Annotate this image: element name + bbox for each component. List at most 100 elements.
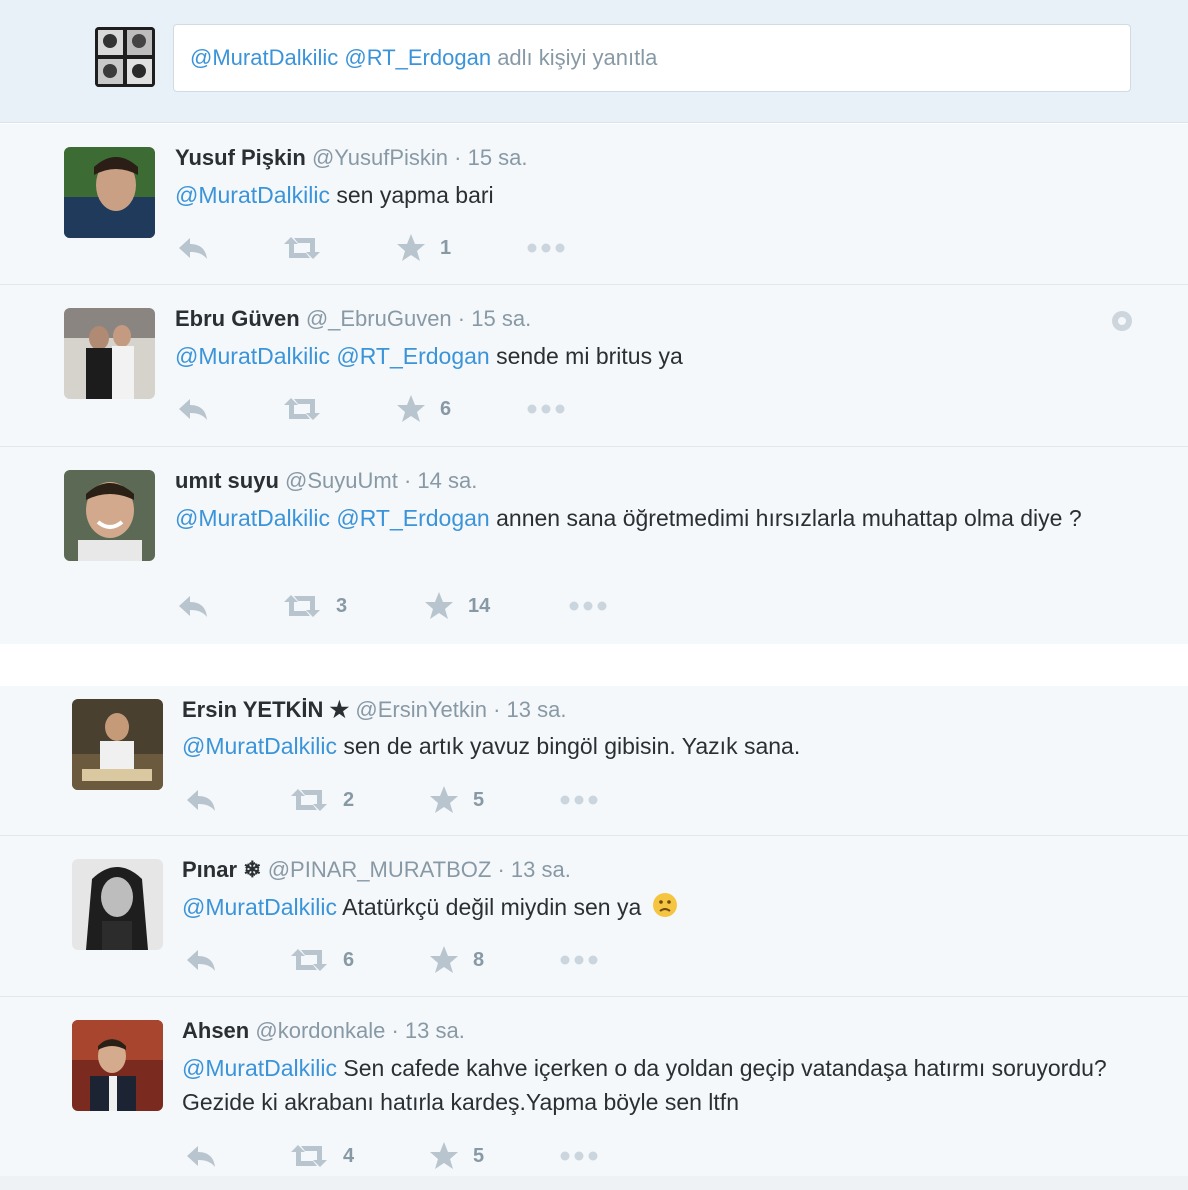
tweet[interactable]: Pınar ❄ @PINAR_MURATBOZ · 13 sa. @MuratD… bbox=[0, 836, 1188, 997]
username[interactable]: @SuyuUmt bbox=[285, 468, 398, 493]
display-name[interactable]: umıt suyu bbox=[175, 468, 285, 493]
reply-mention-1[interactable]: @MuratDalkilic bbox=[190, 45, 338, 70]
tweet-header: Ahsen @kordonkale · 13 sa. bbox=[182, 1018, 465, 1043]
more-button[interactable] bbox=[559, 944, 599, 976]
retweet-icon bbox=[291, 949, 327, 971]
gear-icon[interactable] bbox=[1110, 309, 1134, 333]
username[interactable]: @ErsinYetkin bbox=[355, 697, 487, 722]
mention[interactable]: @MuratDalkilic bbox=[182, 733, 337, 759]
tweet-body: annen sana öğretmedimi hırsızlarla muhat… bbox=[496, 505, 1082, 531]
retweet-icon bbox=[291, 789, 327, 811]
tweet-text: @MuratDalkilic @RT_Erdogan sende mi brit… bbox=[175, 339, 1115, 373]
mention[interactable]: @MuratDalkilic bbox=[175, 182, 330, 208]
avatar[interactable] bbox=[64, 308, 155, 399]
more-button[interactable] bbox=[568, 590, 608, 622]
mention[interactable]: @RT_Erdogan bbox=[336, 505, 489, 531]
reply-button[interactable] bbox=[176, 393, 210, 425]
tweet[interactable]: umıt suyu @SuyuUmt · 14 sa. @MuratDalkil… bbox=[0, 447, 1188, 644]
tweet[interactable]: Yusuf Pişkin @YusufPiskin · 15 sa. @Mura… bbox=[0, 124, 1188, 285]
tweet-header: umıt suyu @SuyuUmt · 14 sa. bbox=[175, 468, 478, 493]
retweet-button[interactable]: 2 bbox=[289, 784, 354, 816]
display-name[interactable]: Ebru Güven bbox=[175, 306, 300, 331]
favorite-button[interactable]: 8 bbox=[429, 944, 484, 976]
username[interactable]: @PINAR_MURATBOZ bbox=[268, 857, 492, 882]
tweet-body: sende mi britus ya bbox=[496, 343, 683, 369]
favorite-button[interactable]: 5 bbox=[429, 1140, 484, 1172]
tweet[interactable]: Ersin YETKİN ★ @ErsinYetkin · 13 sa. @Mu… bbox=[0, 686, 1188, 836]
username[interactable]: @YusufPiskin bbox=[312, 145, 448, 170]
display-name[interactable]: Pınar ❄ bbox=[182, 857, 262, 882]
more-button[interactable] bbox=[526, 393, 566, 425]
retweet-button[interactable] bbox=[282, 232, 322, 264]
user-avatar bbox=[95, 27, 155, 87]
more-icon bbox=[569, 601, 607, 611]
mention[interactable]: @MuratDalkilic bbox=[175, 505, 330, 531]
mention[interactable]: @MuratDalkilic bbox=[182, 1055, 337, 1081]
tweet-actions: 6 8 bbox=[184, 944, 644, 976]
more-button[interactable] bbox=[559, 784, 599, 816]
favorite-count: 6 bbox=[440, 397, 452, 420]
avatar[interactable] bbox=[72, 859, 163, 950]
star-icon bbox=[425, 592, 453, 619]
display-name[interactable]: Ersin YETKİN ★ bbox=[182, 697, 349, 722]
tweet-body: sen de artık yavuz bingöl gibisin. Yazık… bbox=[343, 733, 801, 759]
tweet-body: sen yapma bari bbox=[336, 182, 494, 208]
timestamp[interactable]: 13 sa. bbox=[405, 1018, 465, 1043]
retweet-count: 2 bbox=[343, 788, 355, 811]
tweet-header: Ebru Güven @_EbruGuven · 15 sa. bbox=[175, 306, 532, 331]
tweet-text: @MuratDalkilic sen yapma bari bbox=[175, 178, 1115, 212]
bottom-edge bbox=[0, 1176, 1188, 1190]
username[interactable]: @_EbruGuven bbox=[306, 306, 452, 331]
retweet-button[interactable]: 4 bbox=[289, 1140, 354, 1172]
tweet-actions: 4 5 bbox=[184, 1140, 644, 1172]
timestamp[interactable]: 14 sa. bbox=[417, 468, 477, 493]
favorite-button[interactable]: 1 bbox=[396, 232, 451, 264]
display-name[interactable]: Yusuf Pişkin bbox=[175, 145, 306, 170]
reply-button[interactable] bbox=[184, 1140, 218, 1172]
avatar[interactable] bbox=[64, 470, 155, 561]
more-icon bbox=[527, 404, 565, 414]
reply-button[interactable] bbox=[176, 590, 210, 622]
reply-button[interactable] bbox=[184, 784, 218, 816]
mention[interactable]: @MuratDalkilic bbox=[175, 343, 330, 369]
star-icon bbox=[430, 1142, 458, 1169]
timestamp[interactable]: 13 sa. bbox=[511, 857, 571, 882]
avatar[interactable] bbox=[72, 1020, 163, 1111]
star-icon bbox=[397, 395, 425, 422]
avatar[interactable] bbox=[64, 147, 155, 238]
timestamp[interactable]: 15 sa. bbox=[468, 145, 528, 170]
reply-mention-2[interactable]: @RT_Erdogan bbox=[344, 45, 491, 70]
display-name[interactable]: Ahsen bbox=[182, 1018, 249, 1043]
reply-icon bbox=[179, 596, 207, 617]
favorite-button[interactable]: 5 bbox=[429, 784, 484, 816]
star-icon bbox=[397, 234, 425, 261]
tweet-text: @MuratDalkilic Atatürkçü değil miydin se… bbox=[182, 890, 1122, 924]
username[interactable]: @kordonkale bbox=[255, 1018, 385, 1043]
timestamp[interactable]: 13 sa. bbox=[507, 697, 567, 722]
reply-button[interactable] bbox=[176, 232, 210, 264]
favorite-button[interactable]: 6 bbox=[396, 393, 451, 425]
tweet-actions: 3 14 bbox=[176, 590, 636, 622]
more-icon bbox=[560, 795, 598, 805]
avatar[interactable] bbox=[72, 699, 163, 790]
tweet-actions: 1 bbox=[176, 232, 596, 264]
retweet-button[interactable] bbox=[282, 393, 322, 425]
retweet-button[interactable]: 6 bbox=[289, 944, 354, 976]
more-button[interactable] bbox=[559, 1140, 599, 1172]
mention[interactable]: @MuratDalkilic bbox=[182, 894, 337, 920]
favorite-button[interactable]: 14 bbox=[424, 590, 490, 622]
mention[interactable]: @RT_Erdogan bbox=[336, 343, 489, 369]
more-icon bbox=[527, 243, 565, 253]
star-icon bbox=[430, 786, 458, 813]
reply-button[interactable] bbox=[184, 944, 218, 976]
timestamp[interactable]: 15 sa. bbox=[471, 306, 531, 331]
retweet-icon bbox=[284, 595, 320, 617]
more-button[interactable] bbox=[526, 232, 566, 264]
tweet[interactable]: Ebru Güven @_EbruGuven · 15 sa. @MuratDa… bbox=[0, 285, 1188, 447]
favorite-count: 5 bbox=[473, 1144, 485, 1167]
reply-icon bbox=[187, 790, 215, 811]
reply-icon bbox=[179, 399, 207, 420]
reply-input[interactable]: @MuratDalkilic @RT_Erdogan adlı kişiyi y… bbox=[173, 24, 1131, 92]
retweet-button[interactable]: 3 bbox=[282, 590, 347, 622]
tweet[interactable]: Ahsen @kordonkale · 13 sa. @MuratDalkili… bbox=[0, 997, 1188, 1190]
